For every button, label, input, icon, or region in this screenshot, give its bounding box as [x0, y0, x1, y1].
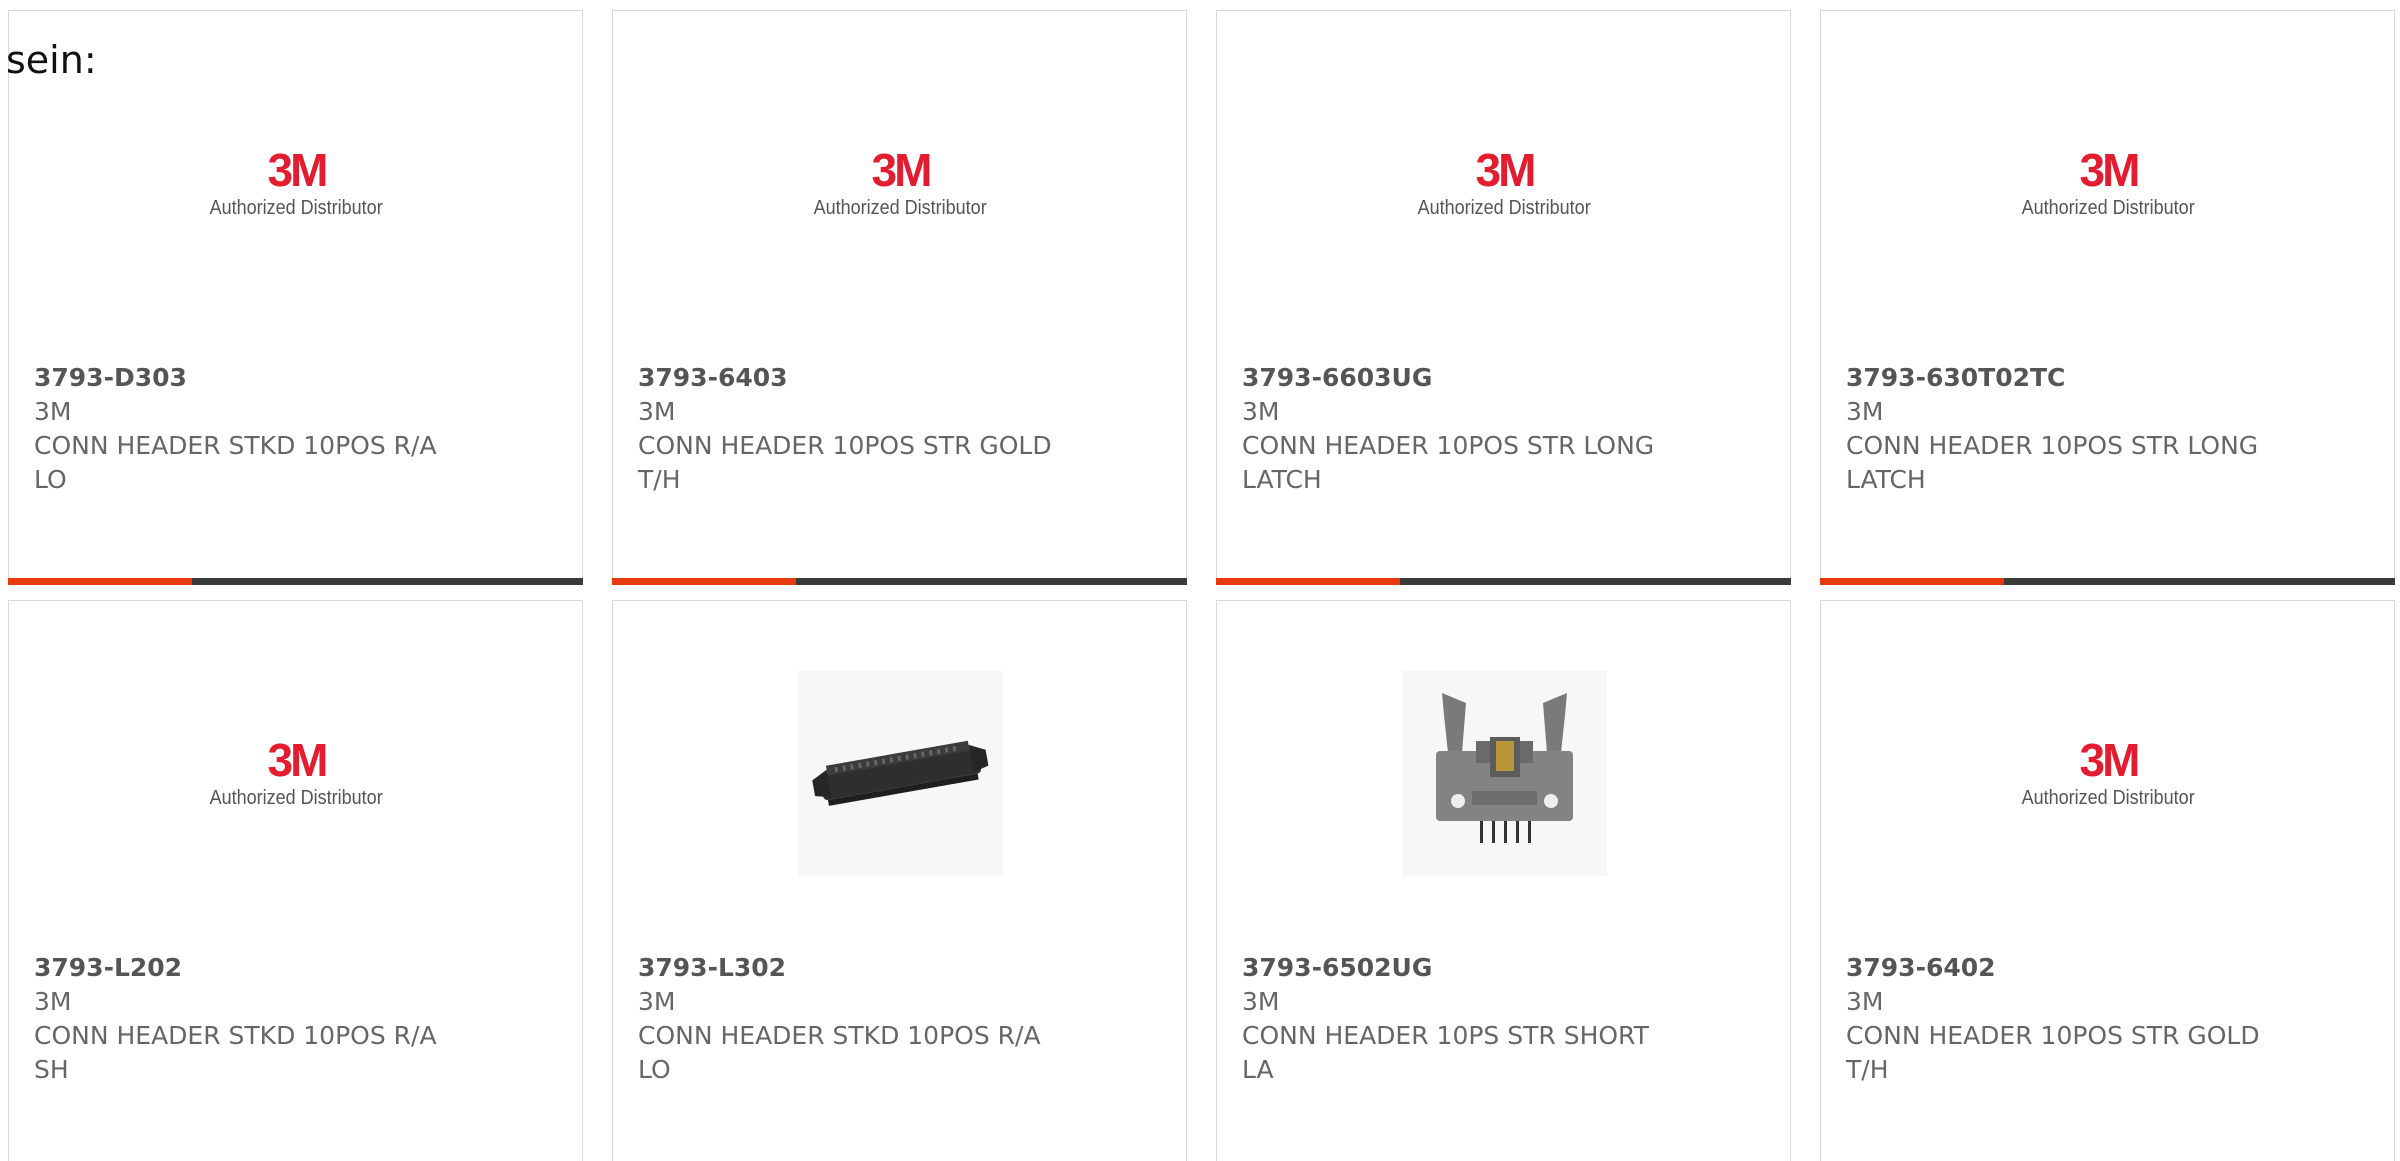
manufacturer: 3M [34, 397, 72, 426]
product-card[interactable]: 3M Authorized Distributor 3793-6403 3M C… [612, 10, 1187, 585]
product-info: 3793-D303 3M CONN HEADER STKD 10POS R/A … [34, 361, 474, 497]
product-info: 3793-6603UG 3M CONN HEADER 10POS STR LON… [1242, 361, 1682, 497]
description-line-2: T/H [1846, 1055, 1889, 1084]
intro-text: sein: [6, 38, 97, 82]
description-line-1: CONN HEADER 10POS STR LONG [1846, 431, 2259, 460]
card-accent [8, 578, 192, 585]
product-grid-page: 3M Authorized Distributor 3793-D303 3M C… [0, 0, 2400, 1161]
product-info: 3793-630T02TC 3M CONN HEADER 10POS STR L… [1846, 361, 2286, 497]
part-number-link[interactable]: 3793-L202 [34, 951, 474, 985]
logo-subtitle: Authorized Distributor [1417, 196, 1592, 219]
card-accent [612, 578, 796, 585]
product-card[interactable]: 3793-6502UG 3M CONN HEADER 10PS STR SHOR… [1216, 600, 1791, 1161]
3m-logo-icon: 3M Authorized Distributor [2006, 144, 2211, 224]
product-image[interactable]: 3M Authorized Distributor [2006, 671, 2211, 876]
connector-latch-icon [1402, 671, 1607, 876]
product-image[interactable] [1402, 671, 1607, 876]
logo-subtitle: Authorized Distributor [813, 196, 988, 219]
card-bottom-bar [1820, 578, 2395, 585]
product-image[interactable]: 3M Authorized Distributor [2006, 81, 2211, 286]
product-info: 3793-6502UG 3M CONN HEADER 10PS STR SHOR… [1242, 951, 1682, 1087]
part-number-link[interactable]: 3793-630T02TC [1846, 361, 2286, 395]
description-line-1: CONN HEADER 10POS STR LONG [1242, 431, 1655, 460]
product-card[interactable]: 3M Authorized Distributor 3793-630T02TC … [1820, 10, 2395, 585]
description-line-1: CONN HEADER STKD 10POS R/A [34, 431, 437, 460]
manufacturer: 3M [1846, 397, 1884, 426]
description-line-2: SH [34, 1055, 69, 1084]
card-accent [1216, 578, 1400, 585]
product-card[interactable]: 3793-L302 3M CONN HEADER STKD 10POS R/A … [612, 600, 1187, 1161]
manufacturer: 3M [638, 987, 676, 1016]
product-info: 3793-6402 3M CONN HEADER 10POS STR GOLD … [1846, 951, 2286, 1087]
part-number-link[interactable]: 3793-6603UG [1242, 361, 1682, 395]
part-number-link[interactable]: 3793-L302 [638, 951, 1078, 985]
logo-subtitle: Authorized Distributor [2021, 786, 2196, 809]
description-line-1: CONN HEADER 10PS STR SHORT [1242, 1021, 1649, 1050]
product-image[interactable]: 3M Authorized Distributor [194, 81, 399, 286]
product-info: 3793-L202 3M CONN HEADER STKD 10POS R/A … [34, 951, 474, 1087]
description-line-2: LO [638, 1055, 671, 1084]
description-line-2: LATCH [1846, 465, 1926, 494]
description-line-1: CONN HEADER 10POS STR GOLD [1846, 1021, 2260, 1050]
part-number-link[interactable]: 3793-6403 [638, 361, 1078, 395]
description-line-1: CONN HEADER STKD 10POS R/A [34, 1021, 437, 1050]
product-image[interactable]: 3M Authorized Distributor [194, 671, 399, 876]
description-line-1: CONN HEADER 10POS STR GOLD [638, 431, 1052, 460]
connector-angled-icon [798, 671, 1003, 876]
manufacturer: 3M [34, 987, 72, 1016]
description-line-2: LA [1242, 1055, 1274, 1084]
3m-logo-icon: 3M Authorized Distributor [2006, 734, 2211, 814]
3m-logo-icon: 3M Authorized Distributor [194, 734, 399, 814]
logo-subtitle: Authorized Distributor [2021, 196, 2196, 219]
3m-logo-icon: 3M Authorized Distributor [1402, 144, 1607, 224]
logo-mark: 3M [2079, 143, 2141, 196]
logo-mark: 3M [2079, 733, 2141, 786]
part-number-link[interactable]: 3793-6502UG [1242, 951, 1682, 985]
product-card[interactable]: 3M Authorized Distributor 3793-L202 3M C… [8, 600, 583, 1161]
logo-mark: 3M [267, 143, 329, 196]
description-line-2: LATCH [1242, 465, 1322, 494]
product-info: 3793-L302 3M CONN HEADER STKD 10POS R/A … [638, 951, 1078, 1087]
manufacturer: 3M [1242, 397, 1280, 426]
manufacturer: 3M [1846, 987, 1884, 1016]
description-line-1: CONN HEADER STKD 10POS R/A [638, 1021, 1041, 1050]
product-info: 3793-6403 3M CONN HEADER 10POS STR GOLD … [638, 361, 1078, 497]
product-image[interactable]: 3M Authorized Distributor [798, 81, 1003, 286]
card-bottom-bar [612, 578, 1187, 585]
manufacturer: 3M [638, 397, 676, 426]
logo-mark: 3M [267, 733, 329, 786]
logo-subtitle: Authorized Distributor [209, 196, 384, 219]
part-number-link[interactable]: 3793-6402 [1846, 951, 2286, 985]
3m-logo-icon: 3M Authorized Distributor [194, 144, 399, 224]
part-number-link[interactable]: 3793-D303 [34, 361, 474, 395]
logo-subtitle: Authorized Distributor [209, 786, 384, 809]
product-card[interactable]: 3M Authorized Distributor 3793-D303 3M C… [8, 10, 583, 585]
manufacturer: 3M [1242, 987, 1280, 1016]
product-card[interactable]: 3M Authorized Distributor 3793-6603UG 3M… [1216, 10, 1791, 585]
card-bottom-bar [8, 578, 583, 585]
product-image[interactable] [798, 671, 1003, 876]
product-card[interactable]: 3M Authorized Distributor 3793-6402 3M C… [1820, 600, 2395, 1161]
3m-logo-icon: 3M Authorized Distributor [798, 144, 1003, 224]
description-line-2: T/H [638, 465, 681, 494]
card-bottom-bar [1216, 578, 1791, 585]
logo-mark: 3M [871, 143, 933, 196]
logo-mark: 3M [1475, 143, 1537, 196]
product-image[interactable]: 3M Authorized Distributor [1402, 81, 1607, 286]
description-line-2: LO [34, 465, 67, 494]
card-accent [1820, 578, 2004, 585]
